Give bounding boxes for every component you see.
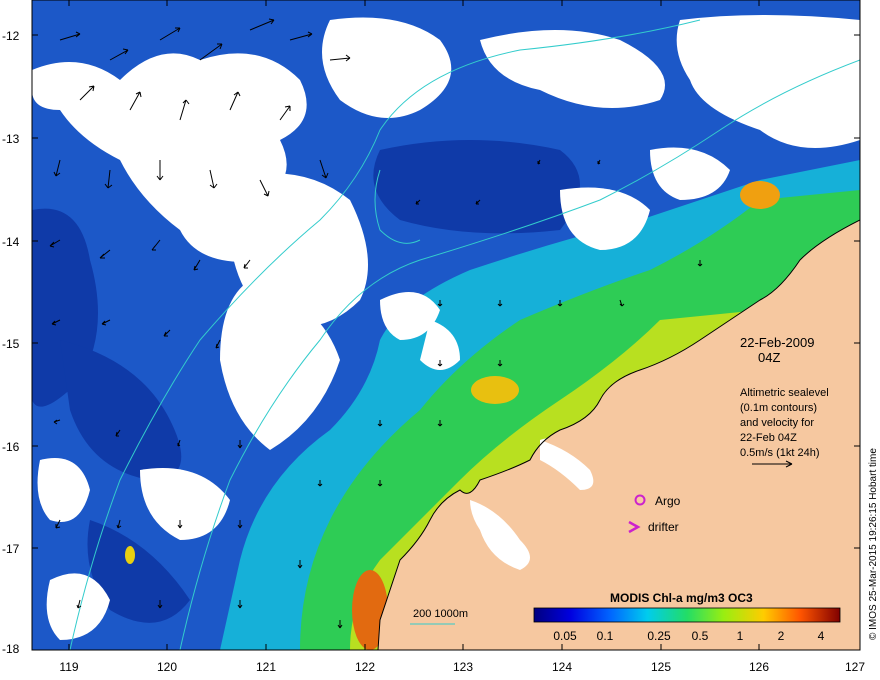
info-line: Altimetric sealevel — [740, 387, 829, 399]
info-line: 22-Feb 04Z — [740, 432, 797, 444]
bathy-label: 200 1000m — [413, 608, 468, 620]
lon-tick-label: 127 — [845, 660, 865, 674]
lon-tick-label: 119 — [59, 660, 78, 674]
lon-tick-label: 123 — [453, 660, 473, 674]
colorbar-tick: 0.05 — [553, 629, 577, 643]
lat-tick-label: -18 — [2, 642, 20, 656]
info-line: 0.5m/s (1kt 24h) — [740, 447, 819, 459]
lat-tick-label: -13 — [2, 132, 20, 146]
drifter-label: drifter — [648, 520, 679, 534]
map-time: 04Z — [758, 350, 780, 365]
lon-tick-label: 120 — [157, 660, 177, 674]
lat-tick-label: -12 — [2, 29, 20, 43]
lat-tick-label: -16 — [2, 440, 20, 454]
info-line: and velocity for — [740, 417, 814, 429]
lon-tick-label: 121 — [256, 660, 276, 674]
map-layers — [32, 0, 860, 650]
lon-tick-label: 122 — [355, 660, 375, 674]
lat-tick-label: -14 — [2, 235, 20, 249]
argo-label: Argo — [655, 494, 681, 508]
colorbar-tick: 0.25 — [647, 629, 671, 643]
map-date: 22-Feb-2009 — [740, 335, 814, 350]
credit-text: © IMOS 25-Mar-2015 19:26:15 Hobart time — [868, 448, 879, 640]
info-line: (0.1m contours) — [740, 402, 817, 414]
colorbar-tick: 0.1 — [597, 629, 614, 643]
lon-tick-label: 124 — [552, 660, 572, 674]
lon-tick-label: 125 — [651, 660, 671, 674]
colorbar-gradient — [533, 607, 841, 623]
colorbar-tick: 4 — [818, 629, 825, 643]
chlorophyll-map: -12 -13 -14 -15 -16 -17 -18 119 120 121 … — [2, 0, 879, 674]
colorbar-tick: 0.5 — [692, 629, 709, 643]
lat-tick-label: -15 — [2, 337, 20, 351]
colorbar-tick: 2 — [778, 629, 785, 643]
colorbar-tick: 1 — [737, 629, 744, 643]
colorbar-title: MODIS Chl-a mg/m3 OC3 — [610, 591, 753, 605]
lat-tick-label: -17 — [2, 542, 20, 556]
lon-tick-label: 126 — [749, 660, 769, 674]
